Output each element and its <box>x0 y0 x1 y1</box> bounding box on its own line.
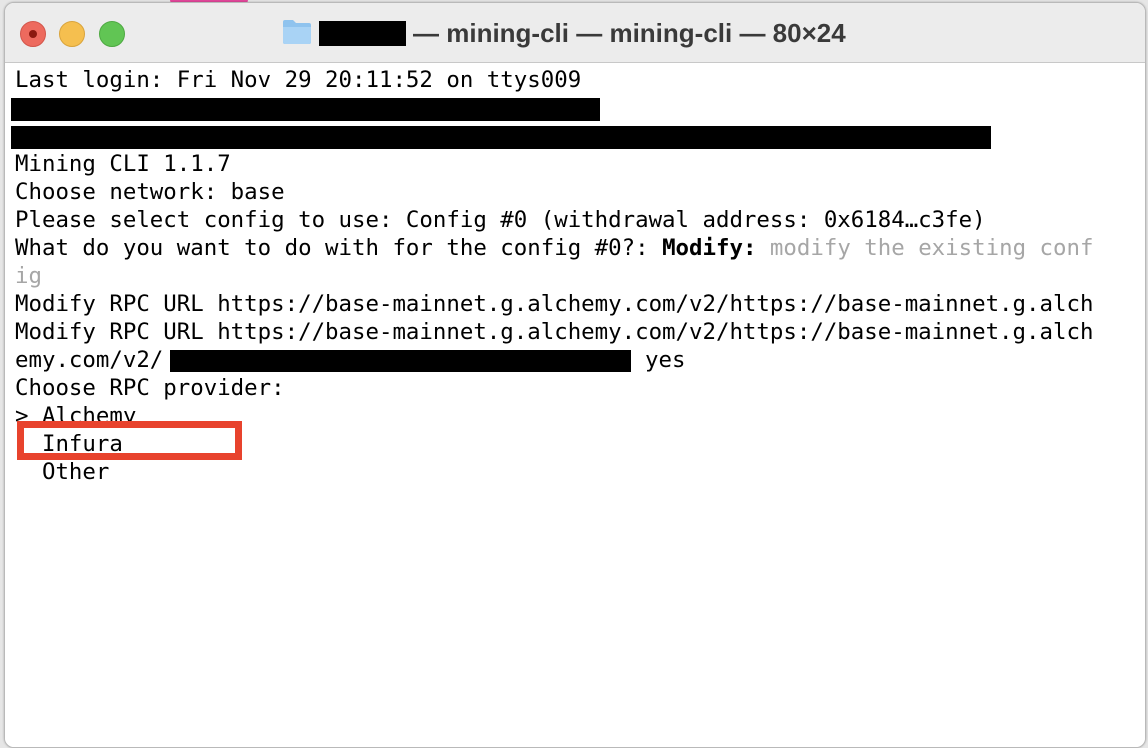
close-button[interactable] <box>20 21 46 47</box>
prompt-hint-wrap: ig <box>15 263 42 289</box>
prompt-question: What do you want to do with for the conf… <box>15 235 663 261</box>
redacted-title-part <box>319 21 406 46</box>
folder-icon <box>283 20 311 44</box>
maximize-button[interactable] <box>99 21 125 47</box>
terminal-line-config: Please select config to use: Config #0 (… <box>15 207 986 233</box>
terminal-line-last-login: Last login: Fri Nov 29 20:11:52 on ttys0… <box>15 67 582 93</box>
provider-option-other[interactable]: Other <box>15 458 109 486</box>
redacted-line <box>11 98 600 121</box>
terminal-line-network: Choose network: base <box>15 179 285 205</box>
provider-option-infura[interactable]: Infura <box>15 430 123 458</box>
terminal-line-what-to-do: What do you want to do with for the conf… <box>15 234 1093 262</box>
prompt-hint: modify the existing conf <box>756 235 1094 261</box>
terminal-line-modify-rpc-wrap: emy.com/v2/ <box>15 347 164 373</box>
terminal-window[interactable]: — mining-cli — mining-cli — 80×24 Last l… <box>4 2 1146 748</box>
terminal-content[interactable]: Last login: Fri Nov 29 20:11:52 on ttys0… <box>5 63 1145 747</box>
window-title: — mining-cli — mining-cli — 80×24 <box>413 18 846 48</box>
minimize-button[interactable] <box>59 21 85 47</box>
redacted-line <box>11 126 991 149</box>
terminal-line-modify-rpc: Modify RPC URL https://base-mainnet.g.al… <box>15 291 1094 317</box>
terminal-line-version: Mining CLI 1.1.7 <box>15 151 231 177</box>
prompt-answer: Modify: <box>662 235 757 261</box>
terminal-line-choose-provider: Choose RPC provider: <box>15 375 285 401</box>
redacted-api-key <box>170 350 631 372</box>
modify-rpc-answer: yes <box>645 347 686 373</box>
terminal-line-modify-rpc: Modify RPC URL https://base-mainnet.g.al… <box>15 319 1094 345</box>
title-bar[interactable]: — mining-cli — mining-cli — 80×24 <box>5 3 1145 63</box>
